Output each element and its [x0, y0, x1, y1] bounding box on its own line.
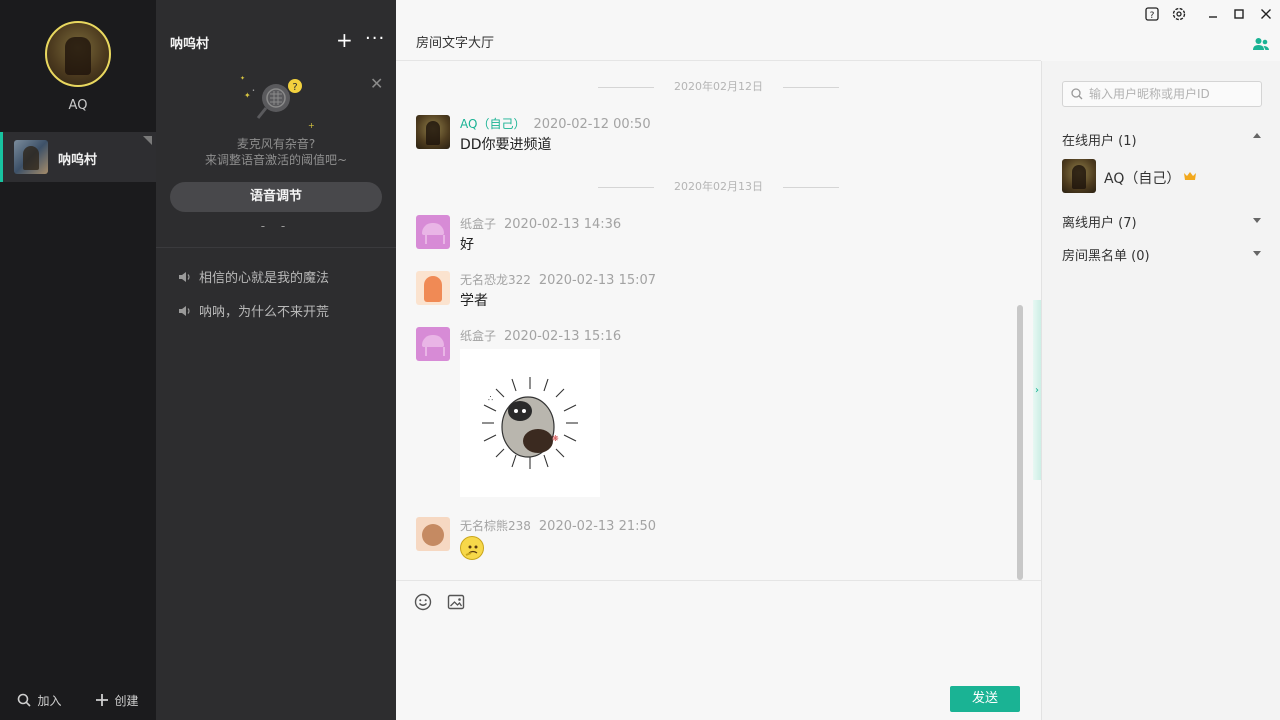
crown-icon	[1184, 172, 1196, 180]
online-users-header[interactable]: 在线用户 (1)	[1062, 130, 1137, 149]
chat-area: 房间文字大厅 2020年02月12日 AQ（自己） 2020-02-12 00:5…	[396, 0, 1041, 720]
message-text: 学者	[460, 293, 488, 309]
message-composer[interactable]: 发送	[396, 580, 1041, 720]
message-time: 2020-02-13 21:50	[538, 519, 657, 534]
room-item[interactable]: 呐呜村	[0, 132, 156, 182]
message-avatar[interactable]	[416, 517, 450, 551]
date-label: 2020年02月12日	[674, 80, 763, 93]
message-time: 2020-02-13 15:07	[538, 273, 657, 288]
channel-name: 相信的心就是我的魔法	[199, 271, 330, 286]
message-text: DD你要进频道	[460, 137, 552, 153]
mic-tip-line2: 来调整语音激活的阈值吧~	[204, 153, 348, 167]
members-panel: 在线用户 (1) AQ（自己） 离线用户 (7) 房间黑名单 (0)	[1041, 61, 1280, 720]
help-icon[interactable]: ?	[1144, 6, 1160, 22]
maximize-icon[interactable]	[1231, 6, 1247, 22]
date-separator: 2020年02月13日	[396, 178, 1041, 194]
send-button[interactable]: 发送	[950, 686, 1020, 712]
blacklist-header[interactable]: 房间黑名单 (0)	[1062, 245, 1150, 264]
message-author[interactable]: 纸盒子	[460, 217, 496, 231]
channel-item[interactable]: 呐呐，为什么不来开荒	[178, 301, 329, 320]
svg-text:❋: ❋	[552, 434, 559, 443]
channel-item[interactable]: 相信的心就是我的魔法	[178, 267, 329, 286]
expand-down-icon[interactable]	[1253, 251, 1261, 256]
svg-text:∴: ∴	[488, 394, 493, 403]
date-separator: 2020年02月12日	[396, 78, 1041, 94]
message-author[interactable]: 纸盒子	[460, 329, 496, 343]
member-search-box[interactable]	[1062, 81, 1262, 107]
emoji-icon[interactable]	[414, 593, 432, 611]
penguin-sticker: ❋ ∴	[482, 377, 578, 469]
more-icon[interactable]: ···	[365, 30, 385, 48]
channel-name: 呐呐，为什么不来开荒	[199, 305, 330, 320]
search-icon	[18, 693, 32, 707]
svg-text:+: +	[308, 121, 315, 130]
speaker-icon	[179, 271, 190, 282]
minimize-icon[interactable]	[1205, 6, 1221, 22]
microphone-noise-illustration: ? ✦ ✦ + •	[240, 75, 315, 130]
create-label: 创建	[114, 693, 139, 708]
add-channel-icon[interactable]: +	[336, 30, 353, 50]
collapse-up-icon[interactable]	[1253, 133, 1261, 138]
image-icon[interactable]	[447, 593, 465, 611]
message-author[interactable]: 无名棕熊238	[460, 519, 531, 533]
svg-text:•: •	[252, 88, 255, 94]
user-name: AQ	[68, 98, 88, 113]
room-panel: 呐呜村 + ··· ? ✦ ✦ + • ✕ 麦克风有杂音? 来调整语音激活的阈值…	[156, 0, 396, 720]
voice-level-indicator: - -	[260, 219, 292, 233]
message-avatar[interactable]	[416, 215, 450, 249]
chevron-right-icon: ›	[1035, 384, 1039, 396]
expand-down-icon[interactable]	[1253, 218, 1261, 223]
message-avatar[interactable]	[416, 271, 450, 305]
message-time: 2020-02-13 15:16	[504, 329, 622, 344]
close-icon[interactable]: ✕	[370, 74, 383, 93]
sidebar-bottom-bar: 加入 创建	[0, 680, 156, 720]
sticker-image[interactable]: ❋ ∴	[460, 349, 600, 497]
message-avatar[interactable]	[416, 327, 450, 361]
settings-icon[interactable]	[1171, 6, 1187, 22]
voice-settings-button[interactable]: 语音调节	[170, 182, 382, 212]
join-button[interactable]: 加入	[17, 692, 62, 709]
message-avatar[interactable]	[416, 115, 450, 149]
members-icon[interactable]	[1252, 36, 1270, 52]
message-author[interactable]: AQ（自己）	[460, 117, 525, 131]
join-label: 加入	[37, 693, 62, 708]
collapse-members-tab[interactable]: ›	[1033, 300, 1041, 480]
plus-icon	[96, 694, 109, 706]
room-name: 呐呜村	[58, 153, 98, 168]
svg-text:✦: ✦	[240, 75, 245, 82]
mic-tip-line1: 麦克风有杂音?	[236, 137, 316, 151]
speaker-icon	[179, 305, 190, 316]
svg-text:?: ?	[292, 82, 297, 93]
svg-text:✦: ✦	[244, 91, 251, 100]
thinking-emoji	[460, 536, 484, 560]
message-text: 好	[460, 237, 474, 253]
member-name[interactable]: AQ（自己）	[1104, 168, 1180, 188]
room-panel-title: 呐呜村	[170, 37, 210, 52]
message-time: 2020-02-13 14:36	[504, 217, 622, 232]
message-author[interactable]: 无名恐龙322	[460, 273, 531, 287]
chat-title: 房间文字大厅	[416, 36, 495, 51]
offline-users-header[interactable]: 离线用户 (7)	[1062, 212, 1137, 231]
search-icon	[1071, 88, 1083, 100]
room-thumbnail	[14, 140, 48, 174]
message-time: 2020-02-12 00:50	[533, 117, 651, 132]
member-avatar[interactable]	[1062, 159, 1096, 193]
chat-scrollbar[interactable]	[1017, 305, 1023, 580]
member-search-input[interactable]	[1089, 87, 1249, 101]
date-label: 2020年02月13日	[674, 180, 763, 193]
user-avatar[interactable]	[45, 21, 111, 87]
svg-text:?: ?	[1150, 11, 1155, 21]
divider	[156, 247, 396, 248]
chat-header: 房间文字大厅	[396, 0, 1041, 61]
room-corner-marker	[143, 136, 152, 145]
create-button[interactable]: 创建	[96, 692, 139, 709]
close-window-icon[interactable]	[1258, 6, 1274, 22]
server-sidebar: AQ 呐呜村 加入 创建	[0, 0, 156, 720]
